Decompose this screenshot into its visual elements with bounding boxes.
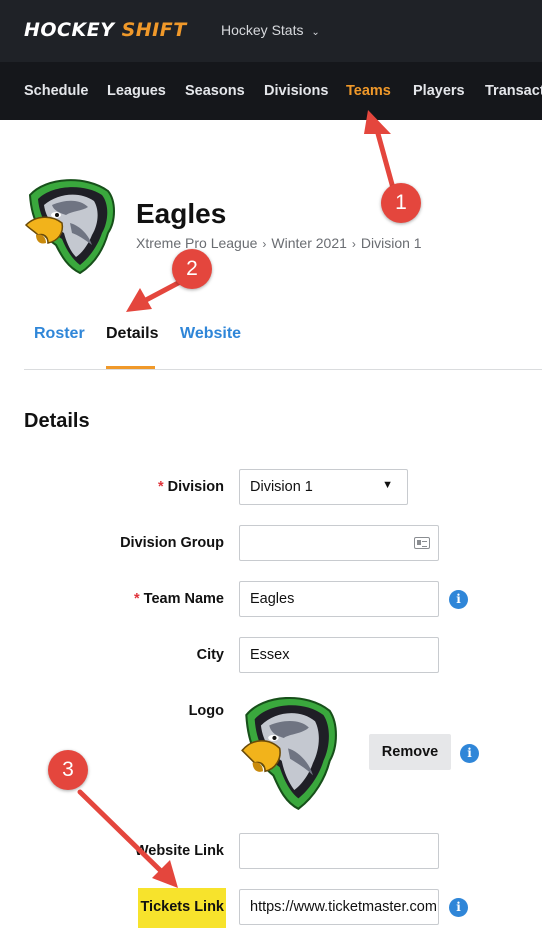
info-icon[interactable]: i (449, 898, 468, 917)
division-group-label: Division Group (120, 535, 224, 551)
section-title: Details (24, 410, 90, 432)
website-link-label: Website Link (134, 843, 224, 859)
breadcrumb: Xtreme Pro League › Winter 2021 › Division 1 (136, 235, 422, 251)
breadcrumb-division[interactable]: Division 1 (361, 235, 422, 251)
required-marker: * (134, 591, 140, 607)
tickets-link-label: Tickets Link (140, 899, 224, 915)
top-bar: HOCKEY SHIFT Hockey Stats ⌄ (0, 0, 542, 62)
chevron-down-icon: ⌄ (311, 27, 320, 38)
team-name-label-text: Team Name (143, 591, 224, 607)
arrow-to-tickets (77, 789, 165, 875)
nav-item-schedule[interactable]: Schedule (24, 83, 88, 99)
nav-item-players[interactable]: Players (413, 83, 465, 99)
city-label: City (196, 647, 224, 663)
brand-part2: SHIFT (121, 19, 187, 41)
website-link-input[interactable] (239, 833, 439, 869)
arrow-to-teams (374, 127, 396, 191)
eagle-logo-icon (24, 179, 115, 275)
nav-item-transactions[interactable]: Transacti (485, 83, 542, 99)
division-label-text: Division (167, 479, 224, 495)
logo-label: Logo (188, 703, 224, 719)
tab-website[interactable]: Website (180, 325, 241, 343)
arrow-head-tickets (152, 860, 178, 888)
remove-logo-button[interactable]: Remove (369, 734, 451, 770)
callout-badge-3: 3 (48, 750, 88, 790)
nav-item-teams[interactable]: Teams (346, 83, 391, 99)
nav-item-seasons[interactable]: Seasons (185, 83, 245, 99)
team-name-input[interactable]: Eagles (239, 581, 439, 617)
info-icon[interactable]: i (460, 744, 479, 763)
nav-item-divisions[interactable]: Divisions (264, 83, 328, 99)
division-select[interactable]: Division 1 ▼ (239, 469, 408, 505)
division-group-input[interactable] (239, 525, 439, 561)
tickets-link-input[interactable]: https://www.ticketmaster.com (239, 889, 439, 925)
team-name-label: * Team Name (134, 591, 224, 607)
tab-details[interactable]: Details (106, 325, 158, 343)
main-nav: Schedule Leagues Seasons Divisions Teams… (0, 62, 542, 120)
callout-badge-1: 1 (381, 183, 421, 223)
chevron-right-icon: › (262, 237, 267, 251)
callout-badge-2: 2 (172, 249, 212, 289)
breadcrumb-season[interactable]: Winter 2021 (271, 235, 346, 251)
required-marker: * (157, 479, 164, 495)
tickets-link-value: https://www.ticketmaster.com (250, 899, 437, 915)
arrow-head-details (126, 288, 152, 312)
brand-part1: HOCKEY (24, 19, 115, 41)
city-value: Essex (250, 647, 290, 663)
caret-down-icon: ▼ (382, 479, 393, 491)
team-name-value: Eagles (250, 591, 295, 607)
tabs-divider (24, 369, 542, 370)
tab-roster[interactable]: Roster (34, 325, 85, 343)
arrow-to-details (143, 279, 183, 303)
eagle-logo-preview-icon (241, 696, 337, 810)
division-label: * Division (158, 479, 224, 495)
info-icon[interactable]: i (449, 590, 468, 609)
team-name-heading: Eagles (136, 198, 227, 229)
app-switcher[interactable]: Hockey Stats ⌄ (221, 22, 320, 38)
city-input[interactable]: Essex (239, 637, 439, 673)
app-switcher-label: Hockey Stats (221, 22, 304, 38)
chevron-right-icon: › (351, 237, 356, 251)
division-select-value: Division 1 (250, 479, 313, 495)
hockeyshift-logo[interactable]: HOCKEY SHIFT (24, 19, 187, 41)
nav-item-leagues[interactable]: Leagues (107, 83, 166, 99)
contact-card-icon (414, 537, 430, 549)
